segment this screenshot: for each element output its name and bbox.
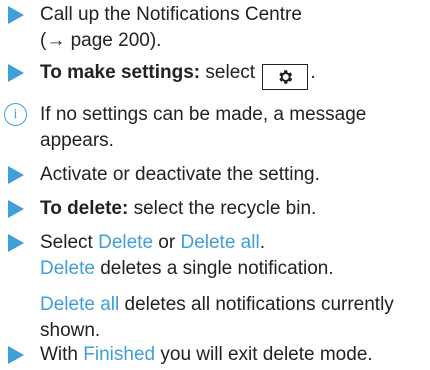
- step-text: select: [200, 62, 261, 83]
- step-bullet-icon: [8, 230, 24, 252]
- step-text-end: you will exit delete mode.: [155, 344, 373, 365]
- page-reference: (→ page 200).: [40, 30, 162, 51]
- gear-icon: [279, 70, 293, 84]
- delete-all-option-ref[interactable]: Delete all: [40, 294, 119, 315]
- step-bullet-icon: [8, 196, 24, 218]
- step-bullet-icon: [8, 162, 24, 184]
- step-label: To delete:: [40, 198, 129, 219]
- delete-all-description-continued: shown.: [40, 320, 101, 341]
- step-text-connector: or: [153, 232, 181, 253]
- finished-option[interactable]: Finished: [83, 344, 155, 365]
- delete-all-option[interactable]: Delete all: [180, 232, 259, 253]
- note-text: If no settings can be made, a message: [40, 104, 367, 125]
- info-marker: i: [4, 102, 27, 126]
- settings-button[interactable]: [262, 64, 309, 90]
- instruction-page: Call up the Notifications Centre (→ page…: [0, 0, 430, 370]
- step-bullet-icon: [8, 2, 24, 24]
- step-text: With: [40, 344, 84, 365]
- delete-option[interactable]: Delete: [98, 232, 153, 253]
- step-label: To make settings:: [40, 62, 201, 83]
- delete-option-ref[interactable]: Delete: [40, 258, 95, 279]
- step-suffix: .: [259, 232, 265, 253]
- note-text-continued: appears.: [40, 130, 114, 151]
- step-text: select the recycle bin.: [128, 198, 317, 219]
- step-bullet-icon: [8, 60, 24, 82]
- step-text: Activate or deactivate the setting.: [40, 164, 320, 185]
- step-suffix: .: [310, 62, 316, 83]
- delete-description: deletes a single notification.: [94, 258, 334, 279]
- delete-all-description: deletes all notifications currently: [119, 294, 394, 315]
- step-text: Call up the Notifications Centre: [40, 4, 302, 25]
- info-icon: i: [4, 103, 27, 126]
- step-bullet-icon: [8, 342, 24, 364]
- step-text: Select: [40, 232, 99, 253]
